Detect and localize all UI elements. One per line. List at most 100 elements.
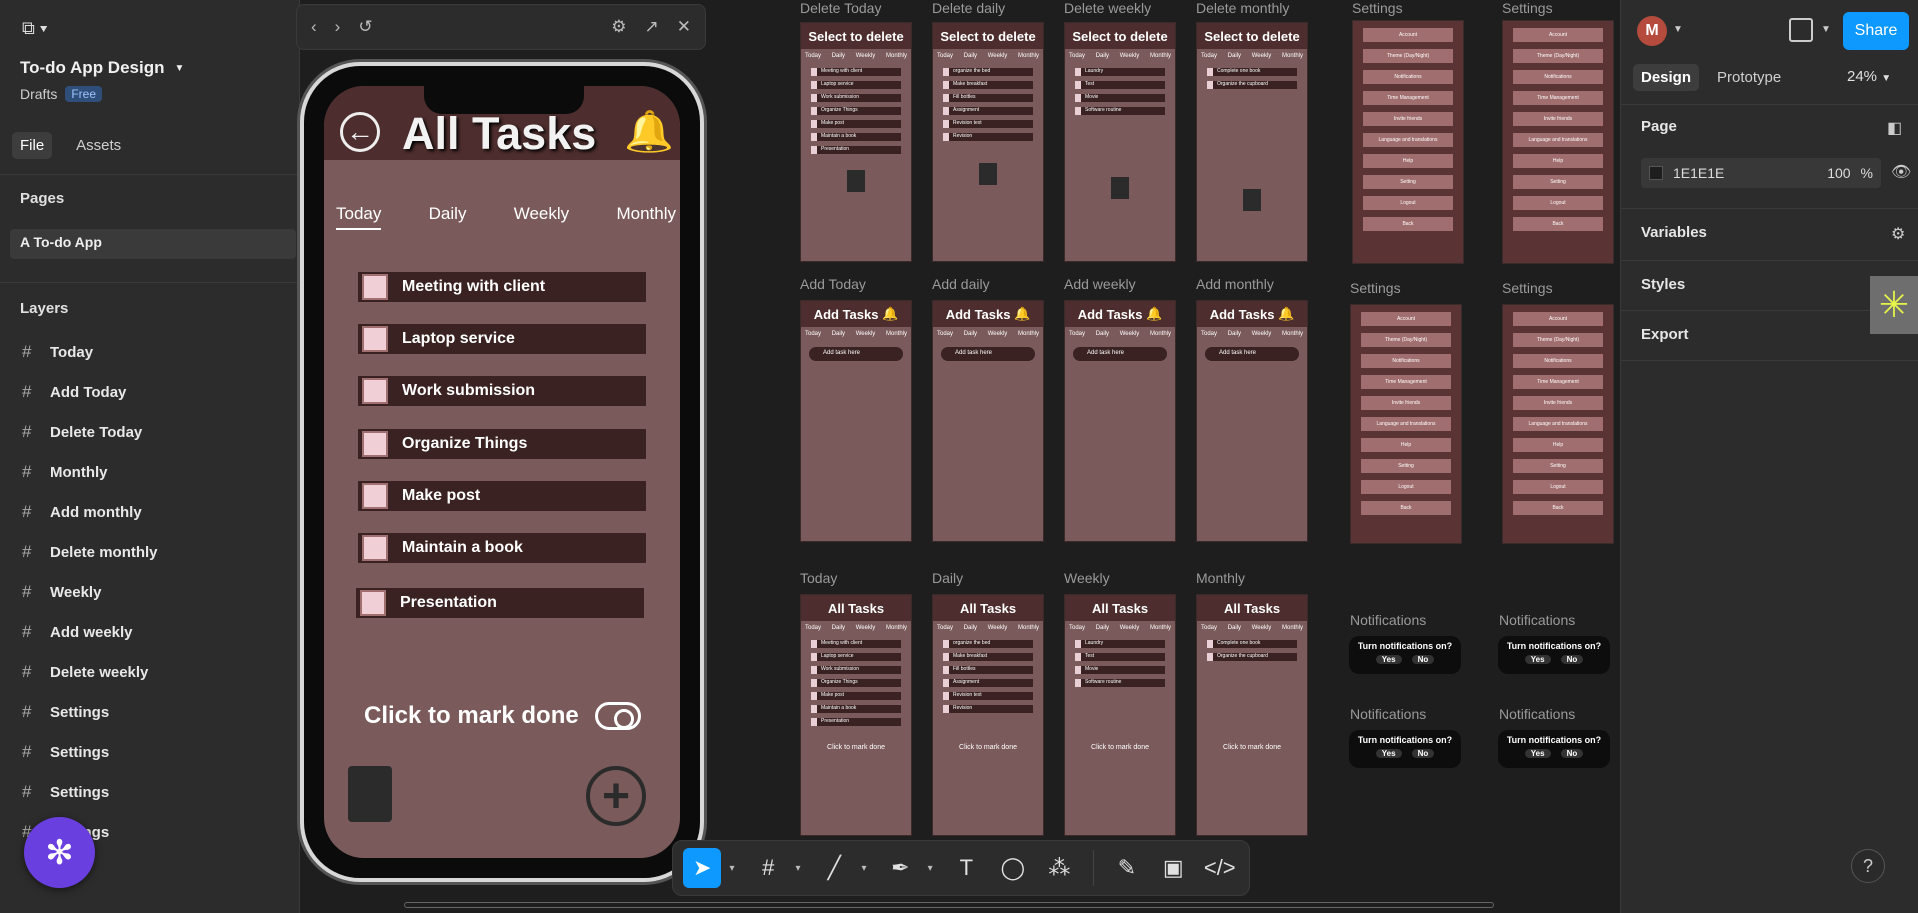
- page-settings-icon[interactable]: ◧: [1887, 118, 1902, 138]
- add-task-input[interactable]: Add task here: [1073, 347, 1167, 361]
- help-button[interactable]: ?: [1851, 849, 1885, 883]
- move-tool-icon[interactable]: ➤: [683, 848, 722, 888]
- tab-monthly[interactable]: Monthly: [616, 204, 676, 230]
- chevron-down-icon[interactable]: ▾: [796, 863, 808, 874]
- task-checkbox[interactable]: [362, 326, 388, 352]
- tab-design[interactable]: Design: [1633, 64, 1700, 91]
- trash-icon[interactable]: [1243, 189, 1261, 211]
- frame-label[interactable]: Add weekly: [1064, 276, 1136, 292]
- layer-item[interactable]: # Add Today: [0, 372, 300, 412]
- phone-screen[interactable]: ← All Tasks 🔔 Today Daily Weekly Monthly…: [324, 86, 680, 858]
- trash-icon[interactable]: [847, 170, 865, 192]
- drafts-label[interactable]: Drafts: [20, 86, 57, 102]
- trash-icon[interactable]: [1111, 177, 1129, 199]
- settings-frame[interactable]: Account Theme (Day/Night) Notifications Tim…: [1502, 304, 1614, 544]
- task-item[interactable]: Laptop service: [358, 324, 646, 354]
- frame-label[interactable]: Settings: [1502, 280, 1553, 296]
- add-task-input[interactable]: Add task here: [809, 347, 903, 361]
- layer-item[interactable]: # Delete weekly: [0, 652, 300, 692]
- frame-label[interactable]: Add Today: [800, 276, 866, 292]
- chevron-down-icon[interactable]: ▾: [862, 863, 874, 874]
- add-task-input[interactable]: Add task here: [1205, 347, 1299, 361]
- frame-tool-icon[interactable]: #: [749, 848, 787, 888]
- design-mode-icon[interactable]: ▣: [1154, 848, 1192, 888]
- settings-frame[interactable]: Account Theme (Day/Night) Notifications Tim…: [1350, 304, 1462, 544]
- task-checkbox[interactable]: [362, 431, 388, 457]
- pen-tool-icon[interactable]: ✒: [881, 848, 919, 888]
- chevron-down-icon[interactable]: ▾: [729, 863, 741, 874]
- toggle-icon[interactable]: [594, 702, 641, 730]
- tab-file[interactable]: File: [12, 132, 53, 159]
- tab-today[interactable]: Today: [336, 204, 382, 230]
- task-item[interactable]: Organize Things: [358, 429, 646, 459]
- export-heading[interactable]: Export: [1641, 326, 1689, 343]
- variables-heading[interactable]: Variables: [1641, 224, 1707, 241]
- delete-monthly-frame[interactable]: Select to delete Today Daily Weekly Monthly…: [1196, 22, 1308, 262]
- trash-icon[interactable]: [348, 766, 392, 822]
- notification-frame[interactable]: Turn notifications on? Yes No: [1498, 730, 1610, 768]
- settings-frame[interactable]: Account Theme (Day/Night) Notifications Tim…: [1352, 20, 1464, 264]
- frame-label[interactable]: Settings: [1350, 280, 1401, 296]
- eye-icon[interactable]: 👁: [1891, 162, 1911, 182]
- layer-item[interactable]: # Delete Today: [0, 412, 300, 452]
- forward-arrow-icon[interactable]: ›: [335, 17, 341, 37]
- notification-frame[interactable]: Turn notifications on? Yes No: [1349, 730, 1461, 768]
- layer-item[interactable]: # Weekly: [0, 572, 300, 612]
- task-checkbox[interactable]: [362, 483, 388, 509]
- layer-item[interactable]: #Settings: [0, 692, 300, 732]
- task-item[interactable]: Make post: [358, 481, 646, 511]
- page-color-field[interactable]: 1E1E1E 100 %: [1641, 158, 1881, 188]
- horizontal-scrollbar[interactable]: [404, 902, 1494, 908]
- share-button[interactable]: Share: [1843, 12, 1909, 50]
- add-daily-frame[interactable]: Add Tasks 🔔 Today Daily Weekly Monthly Add …: [932, 300, 1044, 542]
- delete-daily-frame[interactable]: Select to delete Today Daily Weekly Monthly…: [932, 22, 1044, 262]
- frame-label[interactable]: Notifications: [1499, 706, 1575, 722]
- frame-label[interactable]: Delete daily: [932, 0, 1005, 16]
- add-today-frame[interactable]: Add Tasks 🔔 Today Daily Weekly Monthly Add …: [800, 300, 912, 542]
- task-checkbox[interactable]: [360, 590, 386, 616]
- task-item[interactable]: Presentation: [356, 588, 644, 618]
- styles-heading[interactable]: Styles: [1641, 276, 1685, 293]
- frame-label[interactable]: Monthly: [1196, 570, 1245, 586]
- task-item[interactable]: Maintain a book: [358, 533, 646, 563]
- task-checkbox[interactable]: [362, 274, 388, 300]
- task-item[interactable]: Meeting with client: [358, 272, 646, 302]
- present-icon[interactable]: [1789, 18, 1813, 42]
- add-circle-icon[interactable]: +: [586, 766, 646, 826]
- back-circle-icon[interactable]: ←: [340, 112, 380, 152]
- chevron-down-icon[interactable]: ▼: [1821, 24, 1831, 35]
- notification-frame[interactable]: Turn notifications on? Yes No: [1498, 636, 1610, 674]
- chevron-down-icon[interactable]: ▾: [928, 863, 940, 874]
- add-task-input[interactable]: Add task here: [941, 347, 1035, 361]
- comment-tool-icon[interactable]: ◯: [994, 848, 1032, 888]
- zoom-level[interactable]: 24% ▼: [1847, 68, 1891, 85]
- page-color-value[interactable]: 1E1E1E: [1673, 165, 1724, 181]
- tab-daily[interactable]: Daily: [429, 204, 467, 230]
- line-tool-icon[interactable]: ╱: [815, 848, 853, 888]
- delete-today-frame[interactable]: Select to delete Today Daily Weekly Monthly…: [800, 22, 912, 262]
- assistant-fab-icon[interactable]: ✻: [24, 817, 95, 888]
- add-monthly-frame[interactable]: Add Tasks 🔔 Today Daily Weekly Monthly Add …: [1196, 300, 1308, 542]
- page-item-current[interactable]: A To-do App: [10, 229, 296, 259]
- frame-label[interactable]: Weekly: [1064, 570, 1110, 586]
- variables-sliders-icon[interactable]: ⚙: [1891, 224, 1905, 244]
- add-weekly-frame[interactable]: Add Tasks 🔔 Today Daily Weekly Monthly Add …: [1064, 300, 1176, 542]
- frame-label[interactable]: Settings: [1352, 0, 1403, 16]
- layer-item[interactable]: # Add monthly: [0, 492, 300, 532]
- frame-label[interactable]: Add daily: [932, 276, 990, 292]
- components-tool-icon[interactable]: ⁂: [1040, 848, 1078, 888]
- frame-label[interactable]: Today: [800, 570, 837, 586]
- layer-item[interactable]: # Add weekly: [0, 612, 300, 652]
- frame-label[interactable]: Delete monthly: [1196, 0, 1289, 16]
- layer-item[interactable]: #Settings: [0, 772, 300, 812]
- frame-label[interactable]: Notifications: [1350, 612, 1426, 628]
- task-item[interactable]: Work submission: [358, 376, 646, 406]
- color-swatch[interactable]: [1649, 166, 1663, 180]
- avatar[interactable]: M: [1637, 16, 1667, 46]
- restart-icon[interactable]: ↺: [358, 17, 372, 37]
- frame-label[interactable]: Settings: [1502, 0, 1553, 16]
- figma-menu-icon[interactable]: ⧉ ▾: [22, 18, 47, 39]
- layer-item[interactable]: #Settings: [0, 732, 300, 772]
- settings-frame[interactable]: Account Theme (Day/Night) Notifications Tim…: [1502, 20, 1614, 264]
- layer-item[interactable]: # Delete monthly: [0, 532, 300, 572]
